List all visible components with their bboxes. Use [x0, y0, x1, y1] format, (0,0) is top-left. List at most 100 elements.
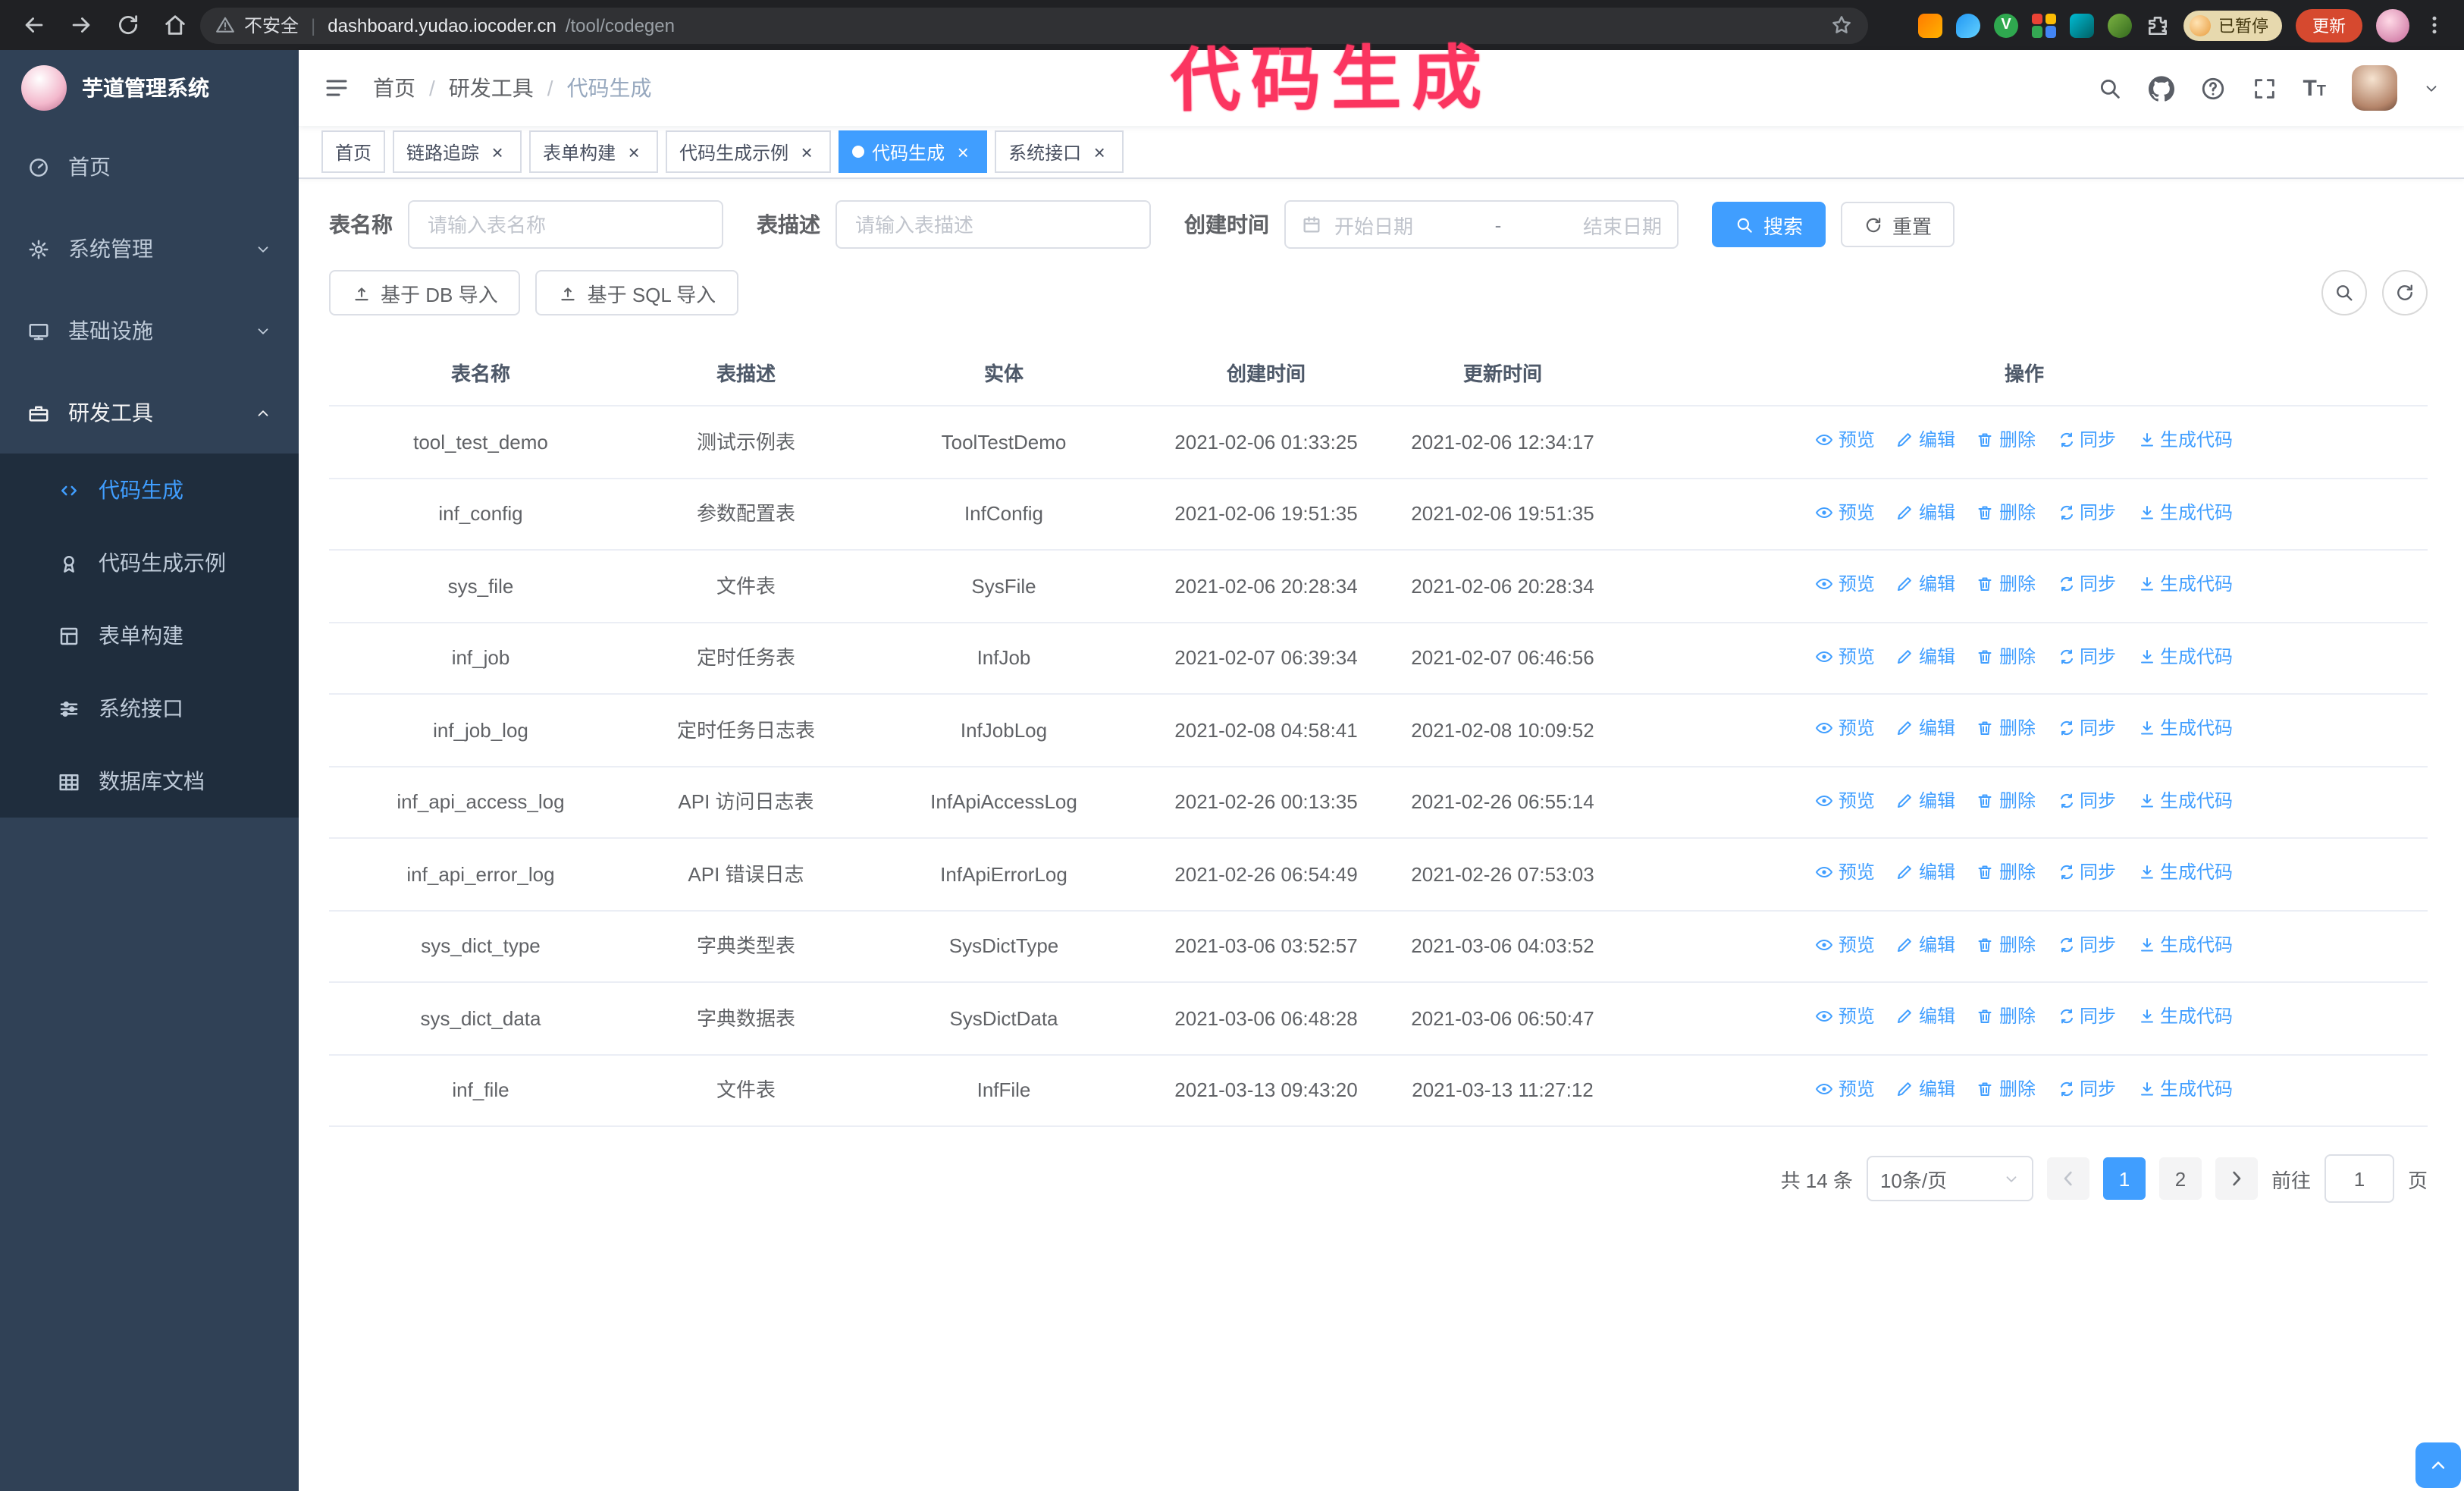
page-button[interactable]: 1 [2102, 1157, 2146, 1200]
next-page-button[interactable] [2215, 1157, 2258, 1200]
sidebar-item-codegen-example[interactable]: 代码生成示例 [0, 526, 299, 599]
generate-code-action[interactable]: 生成代码 [2137, 1003, 2233, 1030]
search-button[interactable]: 搜索 [1712, 202, 1826, 247]
edit-action[interactable]: 编辑 [1896, 859, 1955, 886]
page-size-select[interactable]: 10条/页 [1866, 1156, 2033, 1201]
help-icon[interactable] [2199, 75, 2225, 101]
delete-action[interactable]: 删除 [1977, 786, 2036, 814]
sync-action[interactable]: 同步 [2057, 570, 2116, 598]
extension-icon-2[interactable] [1956, 13, 1980, 37]
forward-icon[interactable] [68, 12, 94, 38]
url-bar[interactable]: 不安全 | dashboard.yudao.iocoder.cn/tool/co… [200, 7, 1868, 43]
tab[interactable]: 链路追踪 × [393, 130, 522, 173]
font-size-icon[interactable]: TT [2303, 77, 2326, 99]
sync-action[interactable]: 同步 [2057, 1075, 2116, 1102]
close-icon[interactable]: × [623, 141, 644, 162]
sidebar-item-system-api[interactable]: 系统接口 [0, 672, 299, 745]
sync-action[interactable]: 同步 [2057, 931, 2116, 958]
sync-action[interactable]: 同步 [2057, 714, 2116, 742]
generate-code-action[interactable]: 生成代码 [2137, 786, 2233, 814]
floating-button[interactable] [2415, 1442, 2461, 1488]
user-avatar[interactable] [2352, 65, 2397, 111]
edit-action[interactable]: 编辑 [1896, 931, 1955, 958]
generate-code-action[interactable]: 生成代码 [2137, 1075, 2233, 1102]
delete-action[interactable]: 删除 [1977, 642, 2036, 670]
preview-action[interactable]: 预览 [1816, 1075, 1875, 1102]
prev-page-button[interactable] [2046, 1157, 2089, 1200]
generate-code-action[interactable]: 生成代码 [2137, 931, 2233, 958]
preview-action[interactable]: 预览 [1816, 570, 1875, 598]
sidebar-item-form-builder[interactable]: 表单构建 [0, 599, 299, 672]
reset-button[interactable]: 重置 [1841, 202, 1955, 247]
table-desc-input[interactable] [835, 200, 1151, 249]
generate-code-action[interactable]: 生成代码 [2137, 426, 2233, 454]
tab[interactable]: 代码生成 × [839, 130, 988, 173]
preview-action[interactable]: 预览 [1816, 714, 1875, 742]
sidebar-item-db-doc[interactable]: 数据库文档 [0, 745, 299, 818]
preview-action[interactable]: 预览 [1816, 1003, 1875, 1030]
sidebar-item-code-generation[interactable]: 代码生成 [0, 454, 299, 526]
logo[interactable]: 芋道管理系统 [0, 50, 299, 126]
preview-action[interactable]: 预览 [1816, 859, 1875, 886]
extension-icon-4[interactable] [2032, 13, 2056, 37]
reload-icon[interactable] [115, 12, 141, 38]
delete-action[interactable]: 删除 [1977, 498, 2036, 526]
close-icon[interactable]: × [952, 141, 973, 162]
back-icon[interactable] [21, 12, 47, 38]
sync-action[interactable]: 同步 [2057, 498, 2116, 526]
paused-badge[interactable]: 已暂停 [2183, 10, 2282, 40]
fullscreen-icon[interactable] [2251, 75, 2277, 101]
sidebar-item-system-management[interactable]: 系统管理 [0, 208, 299, 290]
generate-code-action[interactable]: 生成代码 [2137, 714, 2233, 742]
close-icon[interactable]: × [1089, 141, 1110, 162]
sidebar-item-infrastructure[interactable]: 基础设施 [0, 290, 299, 372]
tab[interactable]: 首页 [321, 130, 386, 173]
tab[interactable]: 表单构建 × [529, 130, 659, 173]
goto-page-input[interactable] [2324, 1154, 2394, 1203]
generate-code-action[interactable]: 生成代码 [2137, 570, 2233, 598]
edit-action[interactable]: 编辑 [1896, 642, 1955, 670]
preview-action[interactable]: 预览 [1816, 931, 1875, 958]
sql-import-button[interactable]: 基于 SQL 导入 [535, 270, 739, 315]
delete-action[interactable]: 删除 [1977, 714, 2036, 742]
delete-action[interactable]: 删除 [1977, 1075, 2036, 1102]
edit-action[interactable]: 编辑 [1896, 786, 1955, 814]
breadcrumb-item[interactable]: 研发工具 [449, 73, 534, 103]
edit-action[interactable]: 编辑 [1896, 1003, 1955, 1030]
date-range-picker[interactable]: 开始日期 - 结束日期 [1284, 200, 1679, 249]
toggle-search-button[interactable] [2321, 270, 2367, 315]
sync-action[interactable]: 同步 [2057, 1003, 2116, 1030]
extension-icon-5[interactable] [2070, 13, 2094, 37]
edit-action[interactable]: 编辑 [1896, 570, 1955, 598]
generate-code-action[interactable]: 生成代码 [2137, 859, 2233, 886]
generate-code-action[interactable]: 生成代码 [2137, 642, 2233, 670]
sync-action[interactable]: 同步 [2057, 642, 2116, 670]
close-icon[interactable]: × [796, 141, 817, 162]
close-icon[interactable]: × [487, 141, 508, 162]
hamburger-icon[interactable] [323, 74, 350, 102]
extension-icon-3[interactable]: V [1994, 13, 2018, 37]
delete-action[interactable]: 删除 [1977, 859, 2036, 886]
refresh-table-button[interactable] [2382, 270, 2428, 315]
bookmark-star-icon[interactable] [1830, 14, 1853, 36]
sync-action[interactable]: 同步 [2057, 786, 2116, 814]
delete-action[interactable]: 删除 [1977, 570, 2036, 598]
generate-code-action[interactable]: 生成代码 [2137, 498, 2233, 526]
edit-action[interactable]: 编辑 [1896, 498, 1955, 526]
tab[interactable]: 代码生成示例 × [666, 130, 832, 173]
preview-action[interactable]: 预览 [1816, 642, 1875, 670]
home-icon[interactable] [162, 12, 188, 38]
avatar-caret-icon[interactable] [2423, 80, 2440, 96]
edit-action[interactable]: 编辑 [1896, 426, 1955, 454]
edit-action[interactable]: 编辑 [1896, 1075, 1955, 1102]
sync-action[interactable]: 同步 [2057, 859, 2116, 886]
preview-action[interactable]: 预览 [1816, 498, 1875, 526]
edit-action[interactable]: 编辑 [1896, 714, 1955, 742]
sync-action[interactable]: 同步 [2057, 426, 2116, 454]
sidebar-item-home[interactable]: 首页 [0, 126, 299, 208]
page-button[interactable]: 2 [2158, 1157, 2202, 1200]
extension-icon-6[interactable] [2108, 13, 2132, 37]
delete-action[interactable]: 删除 [1977, 1003, 2036, 1030]
delete-action[interactable]: 删除 [1977, 426, 2036, 454]
preview-action[interactable]: 预览 [1816, 786, 1875, 814]
